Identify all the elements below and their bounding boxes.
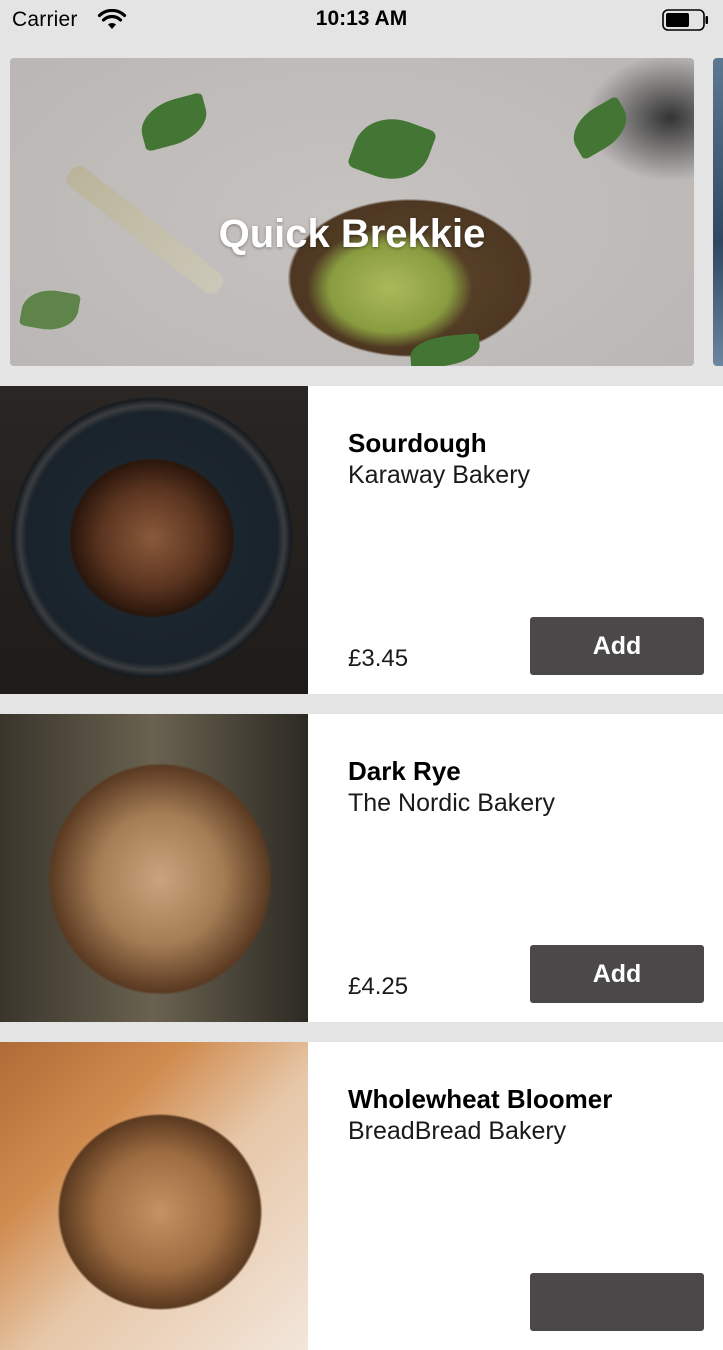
- category-card-quick-brekkie[interactable]: Quick Brekkie: [10, 58, 694, 366]
- product-bakery: The Nordic Bakery: [348, 789, 556, 817]
- product-name: Dark Rye: [348, 756, 461, 786]
- product-row[interactable]: Dark Rye The Nordic Bakery £4.25 Add: [0, 714, 723, 1022]
- product-image: [0, 714, 308, 1022]
- battery-icon: [662, 9, 708, 31]
- product-row[interactable]: Wholewheat Bloomer BreadBread Bakery: [0, 1042, 723, 1350]
- product-price: £3.45: [348, 645, 409, 672]
- product-name: Wholewheat Bloomer: [348, 1084, 613, 1114]
- product-name: Sourdough: [348, 428, 487, 458]
- category-card-next[interactable]: [713, 58, 723, 366]
- add-button[interactable]: [530, 1273, 704, 1331]
- product-price: £4.25: [348, 973, 409, 1000]
- product-row[interactable]: Sourdough Karaway Bakery £3.45 Add: [0, 386, 723, 694]
- add-button[interactable]: Add: [530, 617, 704, 675]
- product-bakery: BreadBread Bakery: [348, 1117, 567, 1145]
- category-title: Quick Brekkie: [218, 212, 486, 256]
- product-image: [0, 1042, 308, 1350]
- add-button[interactable]: Add: [530, 945, 704, 1003]
- product-image: [0, 386, 308, 694]
- category-carousel[interactable]: Quick Brekkie: [0, 58, 723, 366]
- status-time: 10:13 AM: [315, 7, 408, 30]
- product-bakery: Karaway Bakery: [348, 461, 531, 489]
- status-bar: Carrier 10:13 AM: [0, 0, 723, 40]
